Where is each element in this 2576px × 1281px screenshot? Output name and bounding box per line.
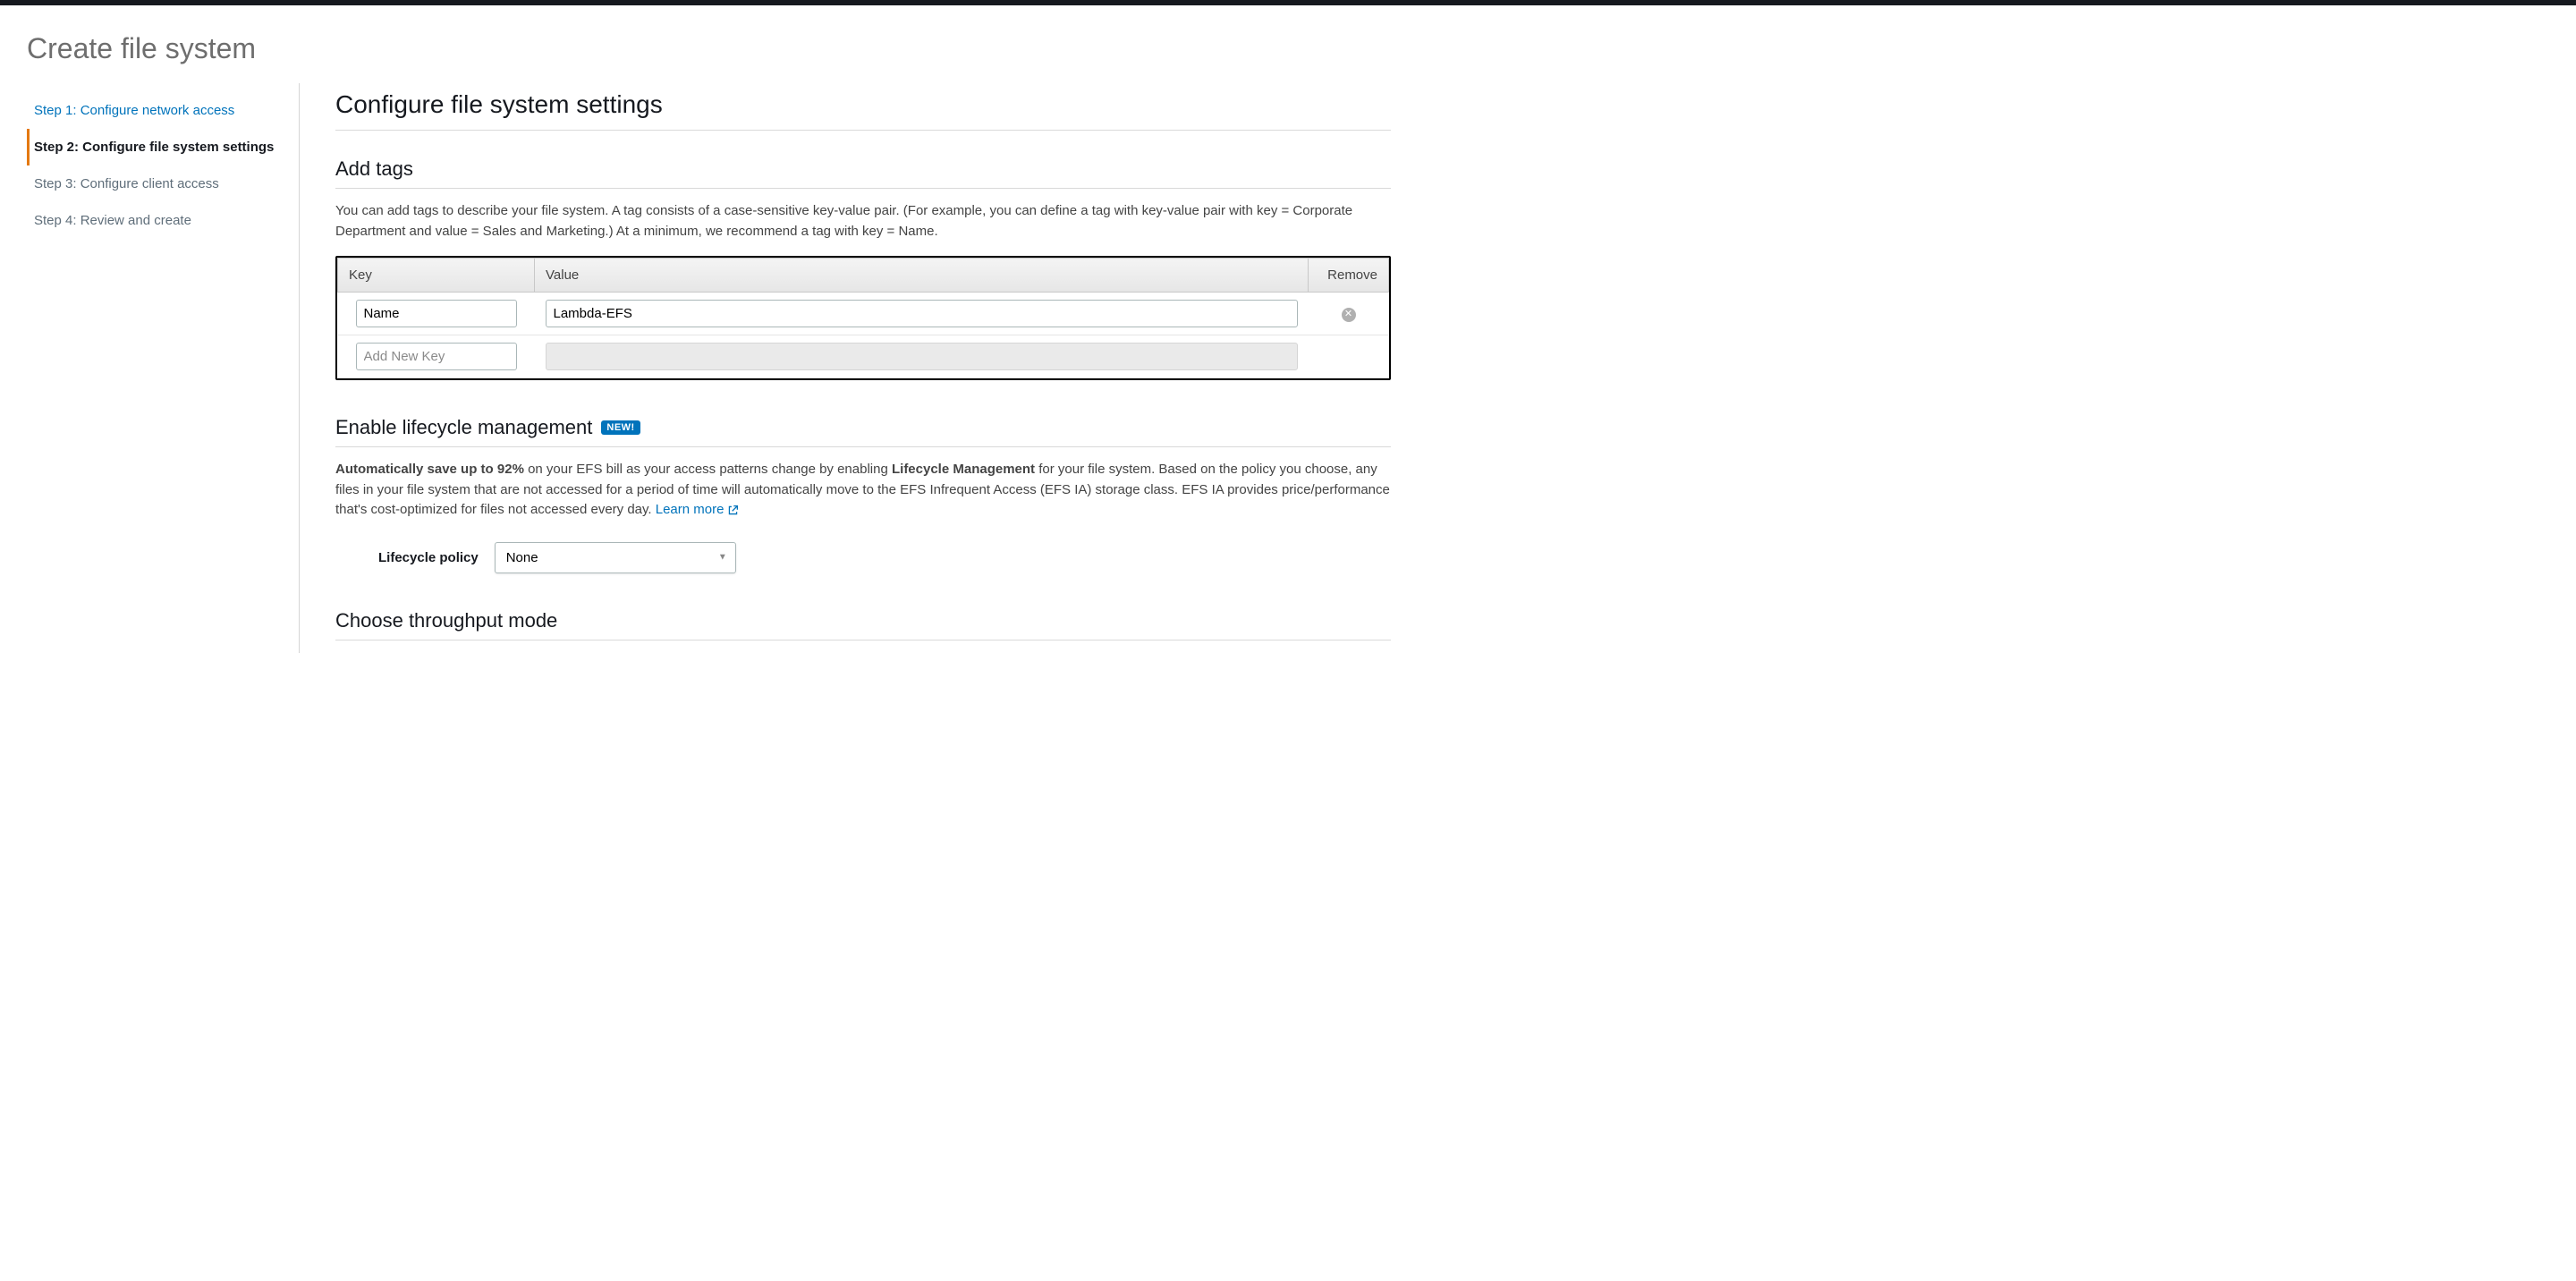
lifecycle-description: Automatically save up to 92% on your EFS… <box>335 460 1391 521</box>
learn-more-text: Learn more <box>656 500 724 521</box>
tag-key-input[interactable] <box>356 300 517 327</box>
add-tags-title: Add tags <box>335 157 1391 189</box>
lifecycle-desc-bold2: Lifecycle Management <box>892 462 1035 477</box>
lifecycle-desc-mid1: on your EFS bill as your access patterns… <box>524 462 892 477</box>
step-3-link[interactable]: Step 3: Configure client access <box>27 165 299 202</box>
throughput-title: Choose throughput mode <box>335 609 1391 640</box>
lifecycle-policy-label: Lifecycle policy <box>378 550 479 565</box>
lifecycle-policy-row: Lifecycle policy None ▼ <box>335 542 1391 573</box>
tags-header-key: Key <box>338 259 535 293</box>
section-title: Configure file system settings <box>335 90 1391 131</box>
tags-header-remove: Remove <box>1309 259 1389 293</box>
main-content: Configure file system settings Add tags … <box>335 83 1391 653</box>
lifecycle-title: Enable lifecycle management NEW! <box>335 416 1391 447</box>
tag-row: ✕ <box>338 293 1389 335</box>
tag-row-new <box>338 335 1389 378</box>
add-tags-description: You can add tags to describe your file s… <box>335 201 1391 242</box>
external-link-icon <box>727 505 739 516</box>
close-icon: ✕ <box>1342 308 1356 322</box>
tag-new-key-input[interactable] <box>356 343 517 370</box>
tags-header-value: Value <box>535 259 1309 293</box>
tags-table-wrapper: Key Value Remove <box>335 256 1391 380</box>
step-2-link[interactable]: Step 2: Configure file system settings <box>27 129 299 165</box>
new-badge: NEW! <box>601 420 640 435</box>
step-1-link[interactable]: Step 1: Configure network access <box>27 92 299 129</box>
lifecycle-title-text: Enable lifecycle management <box>335 416 592 439</box>
remove-tag-button[interactable]: ✕ <box>1342 308 1356 322</box>
tag-new-value-input <box>546 343 1298 370</box>
tag-value-input[interactable] <box>546 300 1298 327</box>
lifecycle-desc-bold1: Automatically save up to 92% <box>335 462 524 477</box>
wizard-steps-sidebar: Step 1: Configure network access Step 2:… <box>27 83 300 653</box>
tags-table: Key Value Remove <box>337 258 1389 378</box>
lifecycle-policy-select[interactable]: None <box>495 542 736 573</box>
learn-more-link[interactable]: Learn more <box>656 500 740 521</box>
step-4-link[interactable]: Step 4: Review and create <box>27 202 299 239</box>
page-title: Create file system <box>27 32 2549 65</box>
